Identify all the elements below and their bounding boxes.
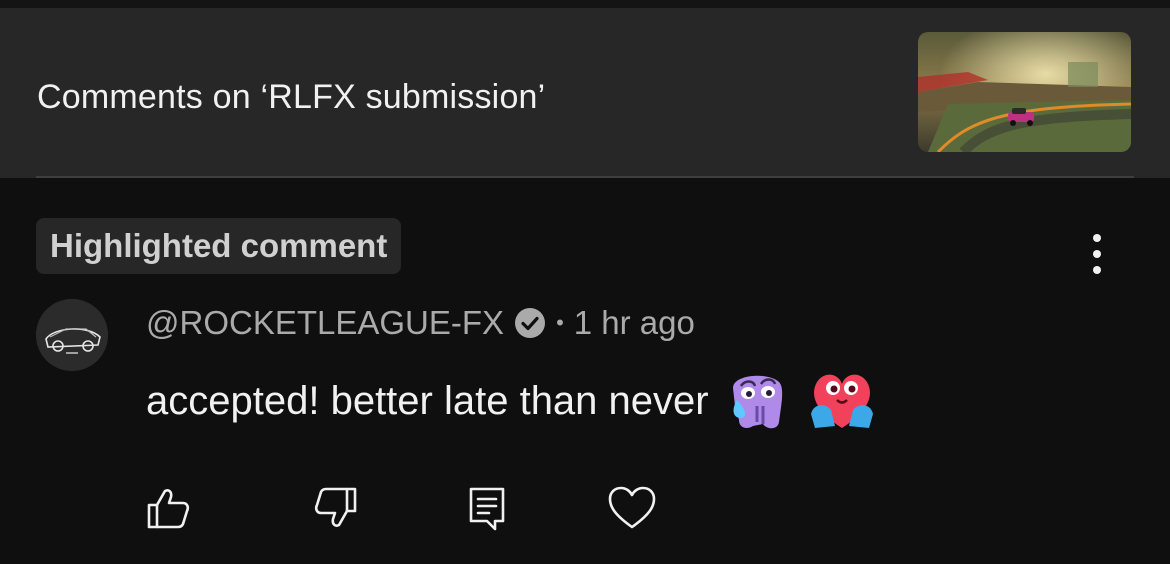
thumbs-down-icon bbox=[314, 487, 357, 527]
comments-header: Comments on ‘RLFX submission’ bbox=[0, 8, 1170, 178]
heart-button[interactable] bbox=[604, 480, 660, 536]
heart-hug-emoji bbox=[810, 374, 873, 428]
highlighted-comment-badge: Highlighted comment bbox=[36, 218, 402, 274]
verified-icon bbox=[515, 308, 546, 338]
video-thumbnail[interactable] bbox=[918, 32, 1131, 152]
comment-body: accepted! better late than never bbox=[146, 366, 877, 436]
dislike-button[interactable] bbox=[308, 480, 364, 536]
reply-icon bbox=[469, 487, 505, 531]
more-options-icon[interactable] bbox=[1082, 234, 1112, 274]
comment-time[interactable]: 1 hr ago bbox=[574, 304, 695, 342]
comment-text: accepted! better late than never bbox=[146, 378, 709, 423]
header-title: Comments on ‘RLFX submission’ bbox=[37, 78, 546, 116]
reply-button[interactable] bbox=[458, 480, 514, 536]
avatar[interactable] bbox=[36, 299, 108, 371]
meta-separator: • bbox=[556, 310, 564, 335]
like-button[interactable] bbox=[140, 480, 196, 536]
author-name[interactable]: @ROCKETLEAGUE-FX bbox=[146, 304, 504, 342]
top-bar bbox=[0, 0, 1170, 8]
header-divider bbox=[36, 176, 1134, 178]
heart-icon bbox=[608, 486, 656, 529]
comment-meta: @ROCKETLEAGUE-FX • 1 hr ago bbox=[146, 300, 695, 346]
crying-face-emoji bbox=[732, 375, 782, 429]
comment-actions bbox=[0, 480, 1170, 540]
thumbs-up-icon bbox=[147, 489, 190, 529]
